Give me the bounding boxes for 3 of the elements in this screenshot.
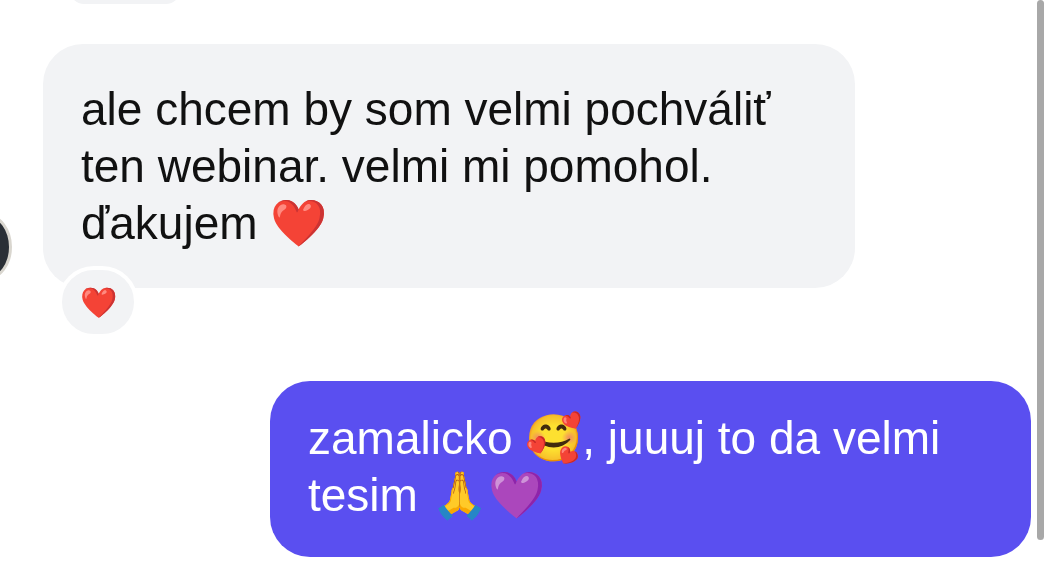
scrollbar[interactable] <box>1037 0 1044 540</box>
received-message-bubble: ale chcem by som velmi pochváliť ten webinar. velmi mi pomohol. ďakujem ❤ <box>43 44 855 288</box>
sent-message-bubble: zamalicko 🥰, juuuj to da velmi tesim 🙏💜 <box>270 381 1031 557</box>
